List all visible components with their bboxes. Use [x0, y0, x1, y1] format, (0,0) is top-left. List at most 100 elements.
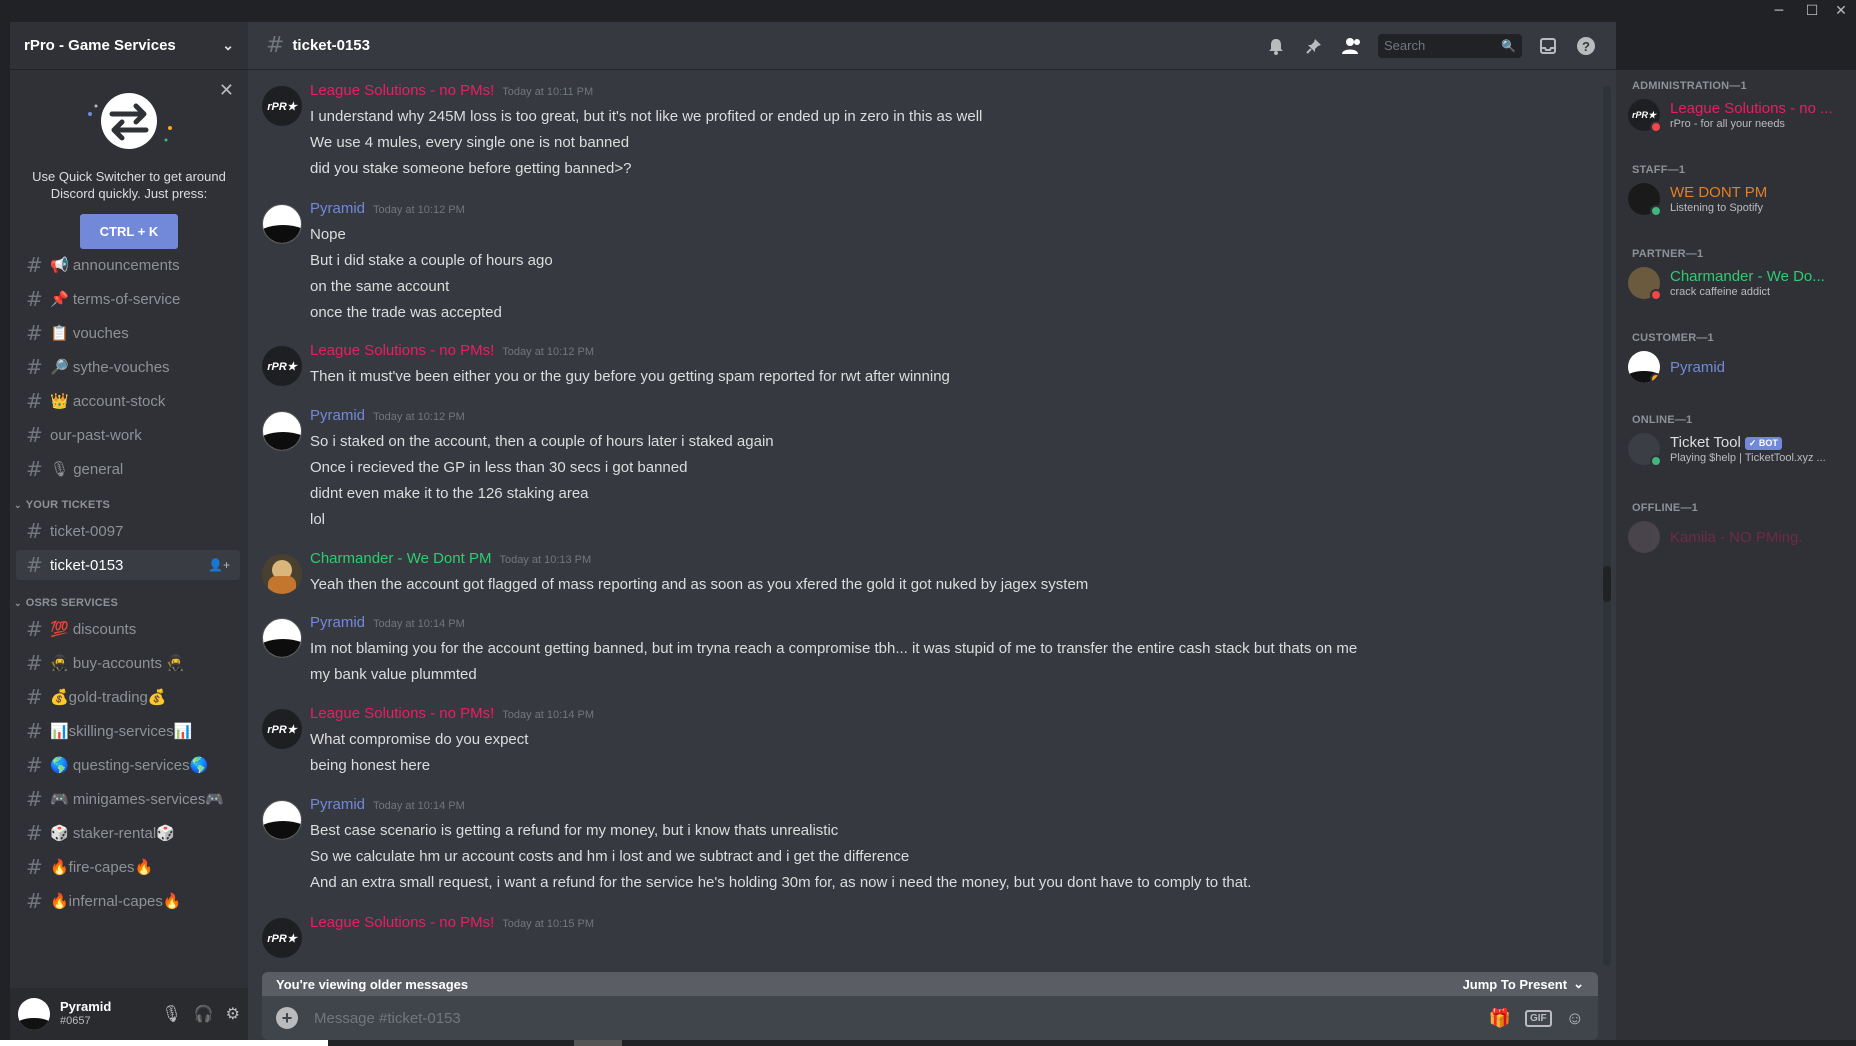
pin-icon[interactable]: [1302, 34, 1326, 58]
add-member-icon[interactable]: 👤+: [208, 558, 230, 572]
channel-general[interactable]: # 🎙 general: [16, 454, 240, 484]
author-avatar[interactable]: rPR★: [262, 709, 302, 749]
user-identity[interactable]: Pyramid #0657: [60, 999, 111, 1029]
discord-app: ─ ☐ ✕ rPro - Game Services ⌄ ✕ Use Quick…: [0, 0, 1856, 1046]
member-list: ADMINISTRATION—1 rPR★ League Solutions -…: [1616, 70, 1856, 1040]
message-line: And an extra small request, i want a ref…: [310, 874, 1252, 891]
channel-staker-rental[interactable]: # 🎲 staker-rental🎲: [16, 818, 240, 848]
member-avatar: [1628, 267, 1662, 301]
message-line: So we calculate hm ur account costs and …: [310, 848, 910, 865]
member-item[interactable]: Kamila - NO PMing.: [1628, 516, 1850, 558]
message-timestamp: Today at 10:14 PM: [373, 800, 465, 812]
author-avatar[interactable]: rPR★: [262, 86, 302, 126]
author-avatar[interactable]: rPR★: [262, 346, 302, 386]
channel-infernal-capes[interactable]: # 🔥infernal-capes🔥: [16, 886, 240, 916]
channel-minigames-services[interactable]: # 🎮 minigames-services🎮: [16, 784, 240, 814]
member-item[interactable]: rPR★ League Solutions - no ... rPro - for…: [1628, 94, 1850, 136]
search-input[interactable]: Search 🔍: [1378, 33, 1522, 58]
message-line: Best case scenario is getting a refund f…: [310, 822, 839, 839]
member-avatar: [1628, 183, 1662, 217]
channel-ticket-0153[interactable]: # ticket-0153 👤+: [16, 550, 240, 580]
close-icon[interactable]: ✕: [219, 80, 234, 101]
channel-discounts[interactable]: # 💯 discounts: [16, 614, 240, 644]
member-item[interactable]: Charmander - We Do... crack caffeine addi…: [1628, 262, 1850, 304]
scrollbar[interactable]: [1603, 86, 1611, 966]
channel-label: 📊skilling-services📊: [50, 723, 193, 740]
channel-our-past-work[interactable]: # our-past-work: [16, 420, 240, 450]
channel-label: 🥷 buy-accounts 🥷: [50, 655, 185, 672]
member-item[interactable]: Ticket Tool ✓ BOT Playing $help | TicketTo…: [1628, 428, 1850, 470]
author-avatar[interactable]: [262, 204, 302, 244]
author-avatar[interactable]: [262, 618, 302, 658]
channel-skilling-services[interactable]: # 📊skilling-services📊: [16, 716, 240, 746]
member-name: Kamila - NO PMing.: [1670, 528, 1803, 546]
server-name: rPro - Game Services: [24, 37, 176, 54]
close-window-button[interactable]: ✕: [1828, 2, 1854, 20]
author-avatar[interactable]: [262, 411, 302, 451]
minimize-button[interactable]: ─: [1766, 2, 1792, 20]
message-line: But i did stake a couple of hours ago: [310, 252, 553, 269]
message-author[interactable]: League Solutions - no PMs!: [310, 342, 494, 359]
author-avatar[interactable]: rPR★: [262, 918, 302, 958]
message-line: Yeah then the account got flagged of mas…: [310, 576, 1089, 593]
emoji-icon[interactable]: ☺: [1566, 1008, 1584, 1029]
message-input[interactable]: Message #ticket-0153: [314, 1010, 461, 1027]
message-author[interactable]: Pyramid: [310, 796, 365, 813]
message-author[interactable]: League Solutions - no PMs!: [310, 82, 494, 99]
member-item[interactable]: Pyramid: [1628, 346, 1850, 388]
category-osrs-services[interactable]: ⌄ OSRS SERVICES: [10, 592, 248, 614]
channel-sythe-vouches[interactable]: # 🔎 sythe-vouches: [16, 352, 240, 382]
channel-label: ticket-0097: [50, 522, 124, 540]
user-avatar[interactable]: [18, 998, 50, 1030]
gift-icon[interactable]: 🎁: [1489, 1008, 1511, 1029]
scrollbar-thumb[interactable]: [1603, 566, 1611, 602]
gear-icon[interactable]: ⚙: [226, 1004, 240, 1024]
message-author[interactable]: League Solutions - no PMs!: [310, 705, 494, 722]
members-icon[interactable]: [1340, 34, 1364, 58]
channel-label: ticket-0153: [50, 556, 124, 574]
channel-gold-trading[interactable]: # 💰gold-trading💰: [16, 682, 240, 712]
message-author[interactable]: Pyramid: [310, 200, 365, 217]
mute-microphone-icon[interactable]: 🎙: [161, 1004, 181, 1024]
channel-ticket-0097[interactable]: # ticket-0097: [16, 516, 240, 546]
channel-header: # ticket-0153 Search 🔍 ?: [248, 22, 1616, 70]
bell-icon[interactable]: [1264, 34, 1288, 58]
message-author[interactable]: Pyramid: [310, 614, 365, 631]
author-avatar[interactable]: [262, 554, 302, 594]
channel-announcements[interactable]: # 📢 announcements: [16, 250, 240, 280]
jump-to-present-button[interactable]: Jump To Present ⌄: [1463, 976, 1584, 992]
message-line: didnt even make it to the 126 staking ar…: [310, 485, 589, 502]
member-group-title: OFFLINE—1: [1632, 502, 1698, 514]
category-your-tickets[interactable]: ⌄ YOUR TICKETS: [10, 494, 248, 516]
gif-button[interactable]: GIF: [1524, 1009, 1552, 1027]
channel-questing-services[interactable]: # 🌎 questing-services🌎: [16, 750, 240, 780]
help-icon[interactable]: ?: [1574, 34, 1598, 58]
message-author[interactable]: Pyramid: [310, 407, 365, 424]
message-line: once the trade was accepted: [310, 304, 502, 321]
maximize-button[interactable]: ☐: [1799, 2, 1825, 20]
search-icon: 🔍: [1501, 38, 1516, 53]
message: Pyramid Today at 10:14 PM Best case scena…: [262, 796, 1582, 896]
message: rPR★ League Solutions - no PMs! Today at …: [262, 82, 1582, 182]
quick-switcher-shortcut-button[interactable]: CTRL + K: [79, 214, 179, 249]
message-author[interactable]: Charmander - We Dont PM: [310, 550, 491, 567]
hash-icon: #: [26, 651, 43, 675]
channel-vouches[interactable]: # 📋 vouches: [16, 318, 240, 348]
headphones-icon[interactable]: 🎧: [194, 1004, 214, 1024]
channel-fire-capes[interactable]: # 🔥fire-capes🔥: [16, 852, 240, 882]
message-timestamp: Today at 10:14 PM: [373, 618, 465, 630]
author-avatar[interactable]: [262, 800, 302, 840]
inbox-icon[interactable]: [1536, 34, 1560, 58]
server-header[interactable]: rPro - Game Services ⌄: [10, 22, 248, 70]
channel-terms-of-service[interactable]: # 📌 terms-of-service: [16, 284, 240, 314]
message-author[interactable]: League Solutions - no PMs!: [310, 914, 494, 931]
user-panel: Pyramid #0657 🎙 🎧 ⚙: [10, 988, 248, 1040]
channel-account-stock[interactable]: # 👑 account-stock: [16, 386, 240, 416]
hash-icon: #: [26, 685, 43, 709]
user-tag: #0657: [60, 1015, 91, 1027]
channel-buy-accounts[interactable]: # 🥷 buy-accounts 🥷: [16, 648, 240, 678]
channel-label: 👑 account-stock: [50, 393, 166, 410]
member-item[interactable]: WE DONT PM Listening to Spotify: [1628, 178, 1850, 220]
message: Pyramid Today at 10:12 PM Nope But i did …: [262, 200, 1582, 326]
upload-plus-icon[interactable]: +: [276, 1007, 298, 1029]
